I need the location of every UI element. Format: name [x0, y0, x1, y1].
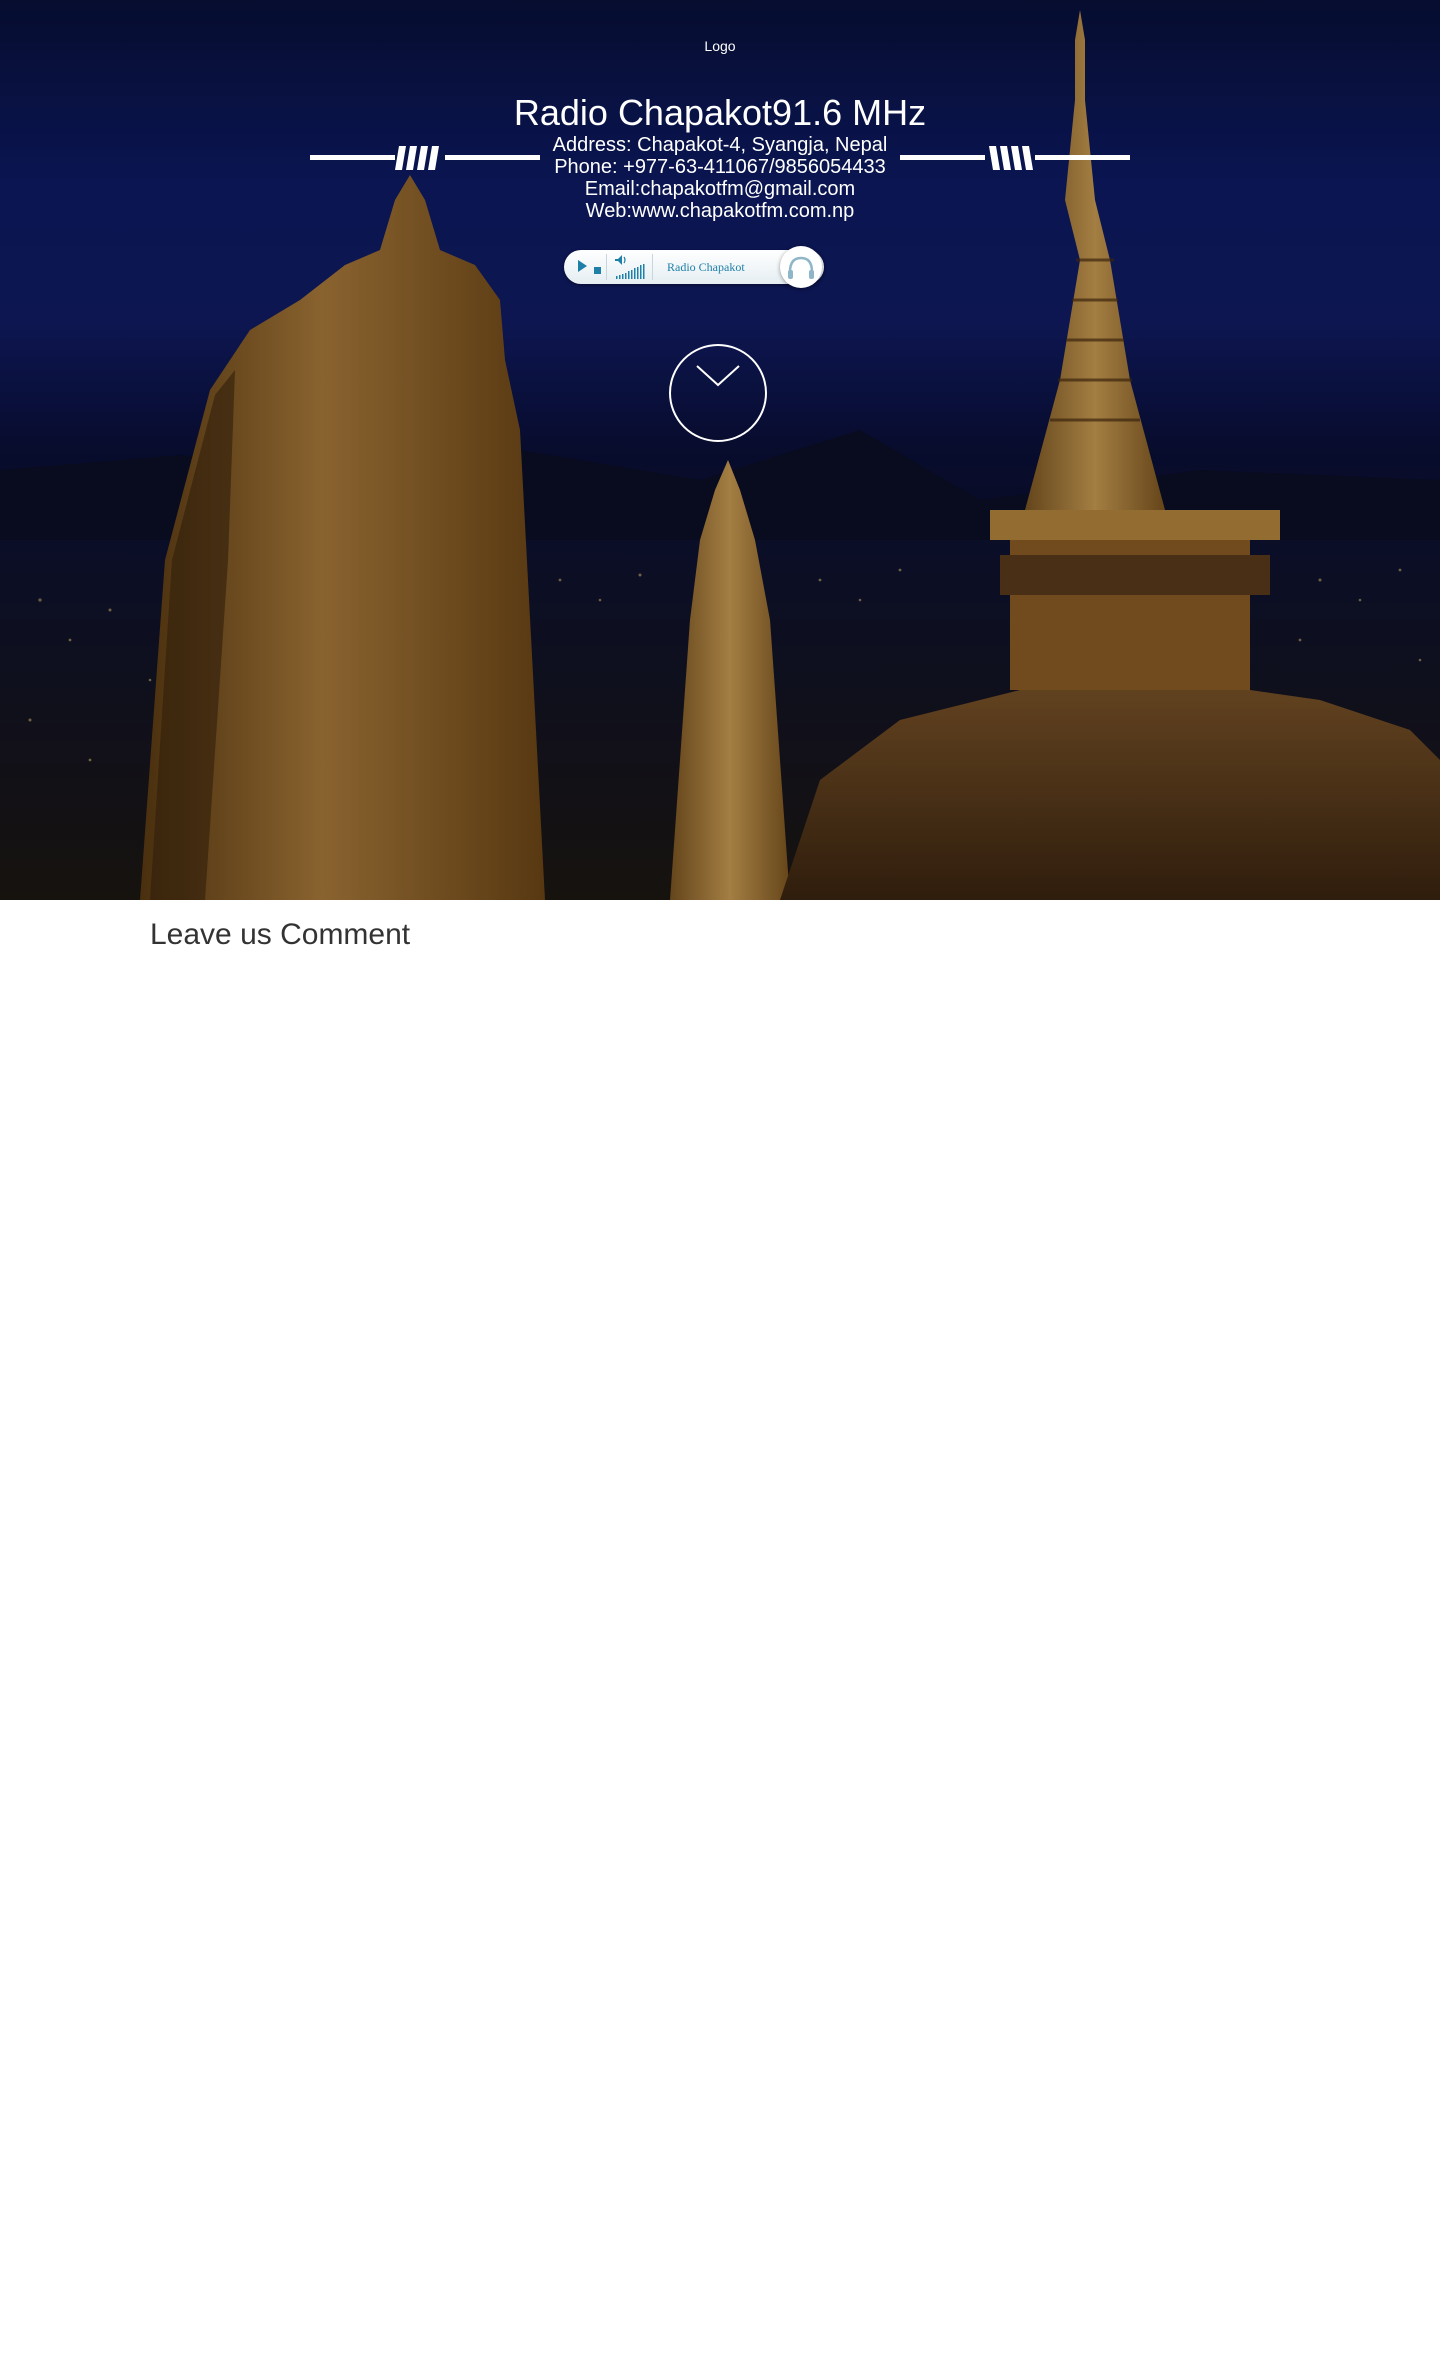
- comments-heading: Leave us Comment: [150, 918, 411, 951]
- stop-icon[interactable]: [594, 267, 601, 274]
- player-divider: [652, 254, 653, 280]
- player-station-name: Radio Chapakot: [667, 260, 745, 274]
- volume-icon[interactable]: [614, 254, 648, 280]
- station-email: Email:chapakotfm@gmail.com: [584, 178, 856, 200]
- headphones-icon: [788, 256, 814, 279]
- station-phone: Phone: +977-63-411067/9856054433: [554, 156, 886, 178]
- headphones-button[interactable]: [780, 246, 822, 288]
- play-icon[interactable]: [578, 260, 587, 272]
- logo[interactable]: Logo: [0, 38, 1440, 54]
- chevron-down-icon: [696, 365, 740, 387]
- station-title: Radio Chapakot91.6 MHz: [513, 92, 927, 133]
- radio-player: Radio Chapakot: [564, 246, 824, 288]
- station-website: Web:www.chapakotfm.com.np: [585, 200, 855, 222]
- scroll-down-button[interactable]: [669, 344, 767, 442]
- hero-banner: Logo Radio Chapakot91.6 MHz Address: Cha…: [0, 0, 1440, 900]
- station-address: Address: Chapakot-4, Syangja, Nepal: [552, 134, 888, 156]
- player-divider: [606, 254, 607, 280]
